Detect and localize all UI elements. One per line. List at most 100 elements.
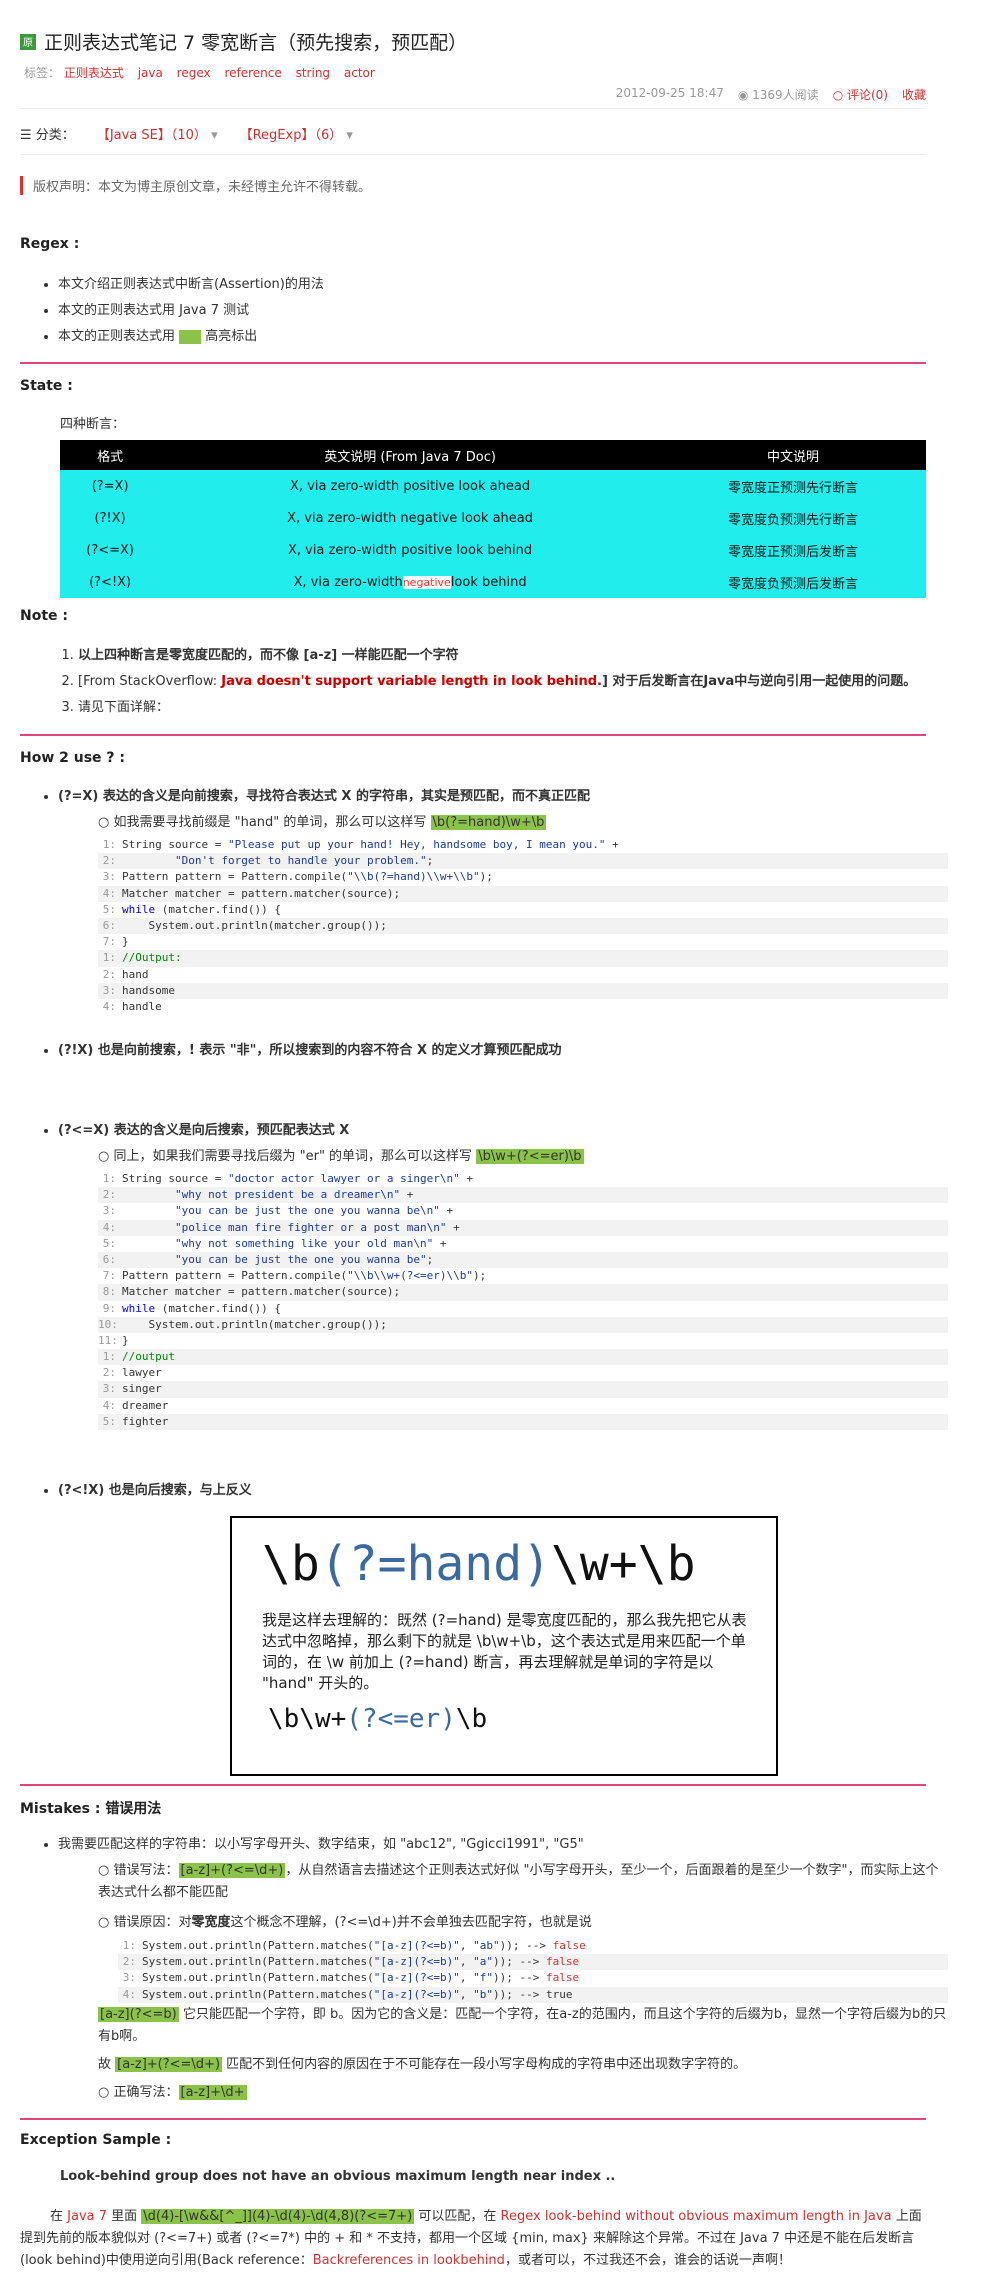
code-line: 2: "Don't forget to handle your problem.…: [98, 853, 948, 870]
big-regex: \b(?=hand)\w+\b: [262, 1536, 696, 1592]
line-number: 8:: [102, 1285, 116, 1299]
circle-bullet-icon: ○: [98, 1149, 114, 1164]
publish-date: 2012-09-25 18:47: [615, 86, 724, 100]
list-item: 本文的正则表达式用 高亮标出: [58, 324, 324, 350]
regex-highlight: \b(?=hand)\w+\b: [430, 815, 547, 830]
code-line: 6: System.out.println(matcher.group());: [98, 917, 948, 935]
line-number: 3:: [122, 1971, 136, 1985]
state-heading: State :: [20, 378, 73, 394]
how-sub-1: ○ 如我需要寻找前缀是 "hand" 的单词，那么可以这样写 \b(?=hand…: [98, 815, 547, 830]
note-heading: Note :: [20, 608, 68, 624]
category-label: ☰ 分类：: [20, 128, 75, 143]
line-number: 5:: [102, 902, 116, 916]
table-cell: 零宽度正预测先行断言: [659, 470, 926, 502]
code-text: String source = "doctor actor lawyer or …: [122, 1172, 474, 1185]
mistakes-heading: Mistakes : 错误用法: [20, 1801, 162, 1817]
code-line: 1: System.out.println(Pattern.matches("[a…: [118, 1938, 948, 1954]
code-text: System.out.println(Pattern.matches("[a-z…: [142, 1971, 546, 1985]
wrong-reason: ○ 错误原因：对零宽度这个概念不理解，(?<=\d+)并不会单独去匹配字符，也就…: [98, 1915, 592, 1930]
divider: [20, 154, 926, 155]
line-number: 6:: [102, 918, 116, 932]
code-line: 9: while (matcher.find()) {: [98, 1301, 948, 1317]
stackoverflow-link[interactable]: Regex look-behind without obvious maximu…: [501, 2209, 892, 2224]
code-text: handsome: [122, 983, 175, 997]
table-cell: (?=X): [60, 470, 161, 502]
tag[interactable]: regex: [177, 66, 211, 80]
regex-heading: Regex :: [20, 236, 80, 252]
category-java-se[interactable]: 【Java SE】（10） ▾: [97, 124, 218, 143]
code-text: singer: [122, 1382, 162, 1396]
image-description: 我是这样去理解的：既然 (?=hand) 是零宽度匹配的，那么我先把它从表达式中…: [262, 1611, 747, 1692]
line-number: 1:: [102, 951, 116, 965]
result-value: false: [546, 1971, 580, 1985]
result-value: false: [552, 1939, 586, 1952]
table-cell: X, via zero-width negative look ahead: [160, 502, 660, 534]
code-text: }: [122, 1333, 129, 1347]
read-count: ◉ 1369人阅读: [737, 88, 819, 102]
regex-highlight: [a-z]+(?<=\d+): [115, 2057, 223, 2072]
circle-bullet-icon: ○: [98, 815, 114, 830]
line-number: 7:: [102, 935, 116, 949]
stackoverflow-link[interactable]: Java doesn't support variable length in …: [221, 674, 602, 689]
regex-highlight: [a-z]+\d+: [178, 2085, 247, 2100]
regex-highlight: \d(4)-[\w&&[^_]](4)-\d(4)-\d(4,8)(?<=7+): [141, 2209, 415, 2224]
list-icon: ☰: [20, 128, 36, 143]
line-number: 11:: [98, 1333, 118, 1347]
favorite-link[interactable]: 收藏: [902, 86, 926, 103]
code-line: 5: "why not something like your old man\…: [98, 1236, 948, 1252]
code-text: hand: [122, 967, 149, 981]
how-sub-3: ○ 同上，如果我们需要寻找后缀为 "er" 的单词，那么可以这样写 \b\w+(…: [98, 1149, 584, 1164]
backreference-link[interactable]: Backreferences in lookbehind: [313, 2253, 505, 2268]
code-text: lawyer: [122, 1366, 162, 1380]
code-line: 8: Matcher matcher = pattern.matcher(sour…: [98, 1284, 948, 1301]
how-list-3: (?<=X) 表达的含义是向后搜索，预匹配表达式 X: [58, 1118, 918, 1144]
caret-down-icon: ▾: [211, 128, 218, 143]
tag[interactable]: java: [138, 66, 163, 80]
wrong-usage: ○ 错误写法： [a-z]+(?<=\d+) ，从自然语言去描述这个正则表达式好似 …: [98, 1863, 939, 1900]
code-text: }: [122, 935, 129, 949]
tag[interactable]: reference: [224, 66, 281, 80]
line-number: 1:: [102, 838, 116, 851]
result-value: true: [546, 1987, 573, 2001]
code-text: Pattern pattern = Pattern.compile("\\b(?…: [122, 870, 493, 884]
code-text: System.out.println(Pattern.matches("[a-z…: [142, 1939, 553, 1952]
line-number: 5:: [102, 1414, 116, 1428]
line-number: 3:: [102, 870, 116, 884]
code-block-1: 1: String source = "Please put up your ha…: [98, 837, 948, 1015]
state-intro: 四种断言：: [60, 417, 126, 432]
how-list-1: (?=X) 表达的含义是向前搜索，寻找符合表达式 X 的字符串，其实是预匹配，而…: [58, 784, 918, 810]
how-list-4: (?<!X) 也是向后搜索，与上反义: [58, 1478, 918, 1504]
tag[interactable]: actor: [344, 66, 375, 80]
code-text: "you can be just the one you wanna be\n"…: [174, 1204, 454, 1218]
line-number: 1:: [102, 1172, 116, 1185]
list-item: (?!X) 也是向前搜索，! 表示 "非"，所以搜索到的内容不符合 X 的定义才…: [58, 1038, 918, 1064]
code-text: "police man fire fighter or a post man\n…: [174, 1220, 460, 1234]
line-number: 4:: [102, 886, 116, 900]
code-text: //Output:: [122, 951, 182, 965]
comment-link[interactable]: ○ 评论(0): [833, 86, 888, 103]
how-list-2: (?!X) 也是向前搜索，! 表示 "非"，所以搜索到的内容不符合 X 的定义才…: [58, 1038, 918, 1064]
code-text: "why not president be a dreamer\n" +: [174, 1188, 414, 1202]
line-number: 2:: [102, 1188, 116, 1202]
line-number: 4:: [102, 1220, 116, 1234]
section-divider: [20, 734, 926, 736]
code-line: 11:}: [98, 1333, 948, 1349]
table-row: (?!X) X, via zero-width negative look ah…: [60, 502, 926, 534]
line-number: 7:: [102, 1269, 116, 1283]
eye-icon: ◉: [737, 88, 753, 102]
explanation-para: [a-z](?<=b) 它只能匹配一个字符，即 b。因为它的含义是：匹配一个字符…: [98, 2007, 947, 2044]
article-title[interactable]: 正则表达式笔记 7 零宽断言（预先搜索，预匹配）: [44, 28, 467, 55]
category-regexp[interactable]: 【RegExp】（6） ▾: [240, 124, 353, 143]
tag[interactable]: 正则表达式: [64, 66, 124, 80]
exception-heading: Exception Sample :: [20, 2132, 172, 2148]
article-meta: 2012-09-25 18:47 ◉ 1369人阅读 ○ 评论(0) 收藏: [616, 86, 926, 103]
circle-bullet-icon: ○: [98, 2085, 114, 2100]
table-cell: (?<!X): [60, 566, 161, 598]
code-block-3: 1: System.out.println(Pattern.matches("[a…: [118, 1938, 948, 2003]
code-line: 3: "you can be just the one you wanna be…: [98, 1203, 948, 1219]
column-header: 英文说明 (From Java 7 Doc): [160, 440, 660, 470]
code-line: 4: "police man fire fighter or a post ma…: [98, 1219, 948, 1236]
tag[interactable]: string: [296, 66, 330, 80]
table-cell: (?!X): [60, 502, 161, 534]
table-cell: X, via zero-widthnegativelook behind: [160, 566, 660, 598]
